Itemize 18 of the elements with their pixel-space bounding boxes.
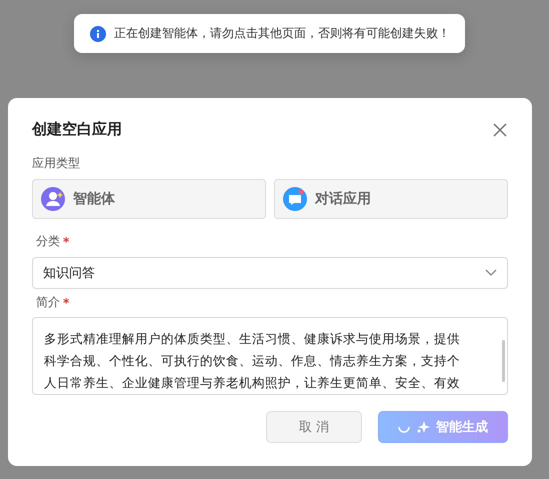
field-label: 应用类型 (32, 155, 81, 172)
chevron-down-icon (485, 269, 497, 277)
field-label: 简介 (36, 294, 60, 311)
scrollbar[interactable] (502, 340, 505, 382)
toast-message: 正在创建智能体，请勿点击其他页面，否则将有可能创建失败！ (114, 25, 450, 42)
dialog-title: 创建空白应用 (32, 120, 122, 139)
field-label: 分类 (36, 233, 60, 250)
category-select[interactable]: 知识问答 (32, 257, 508, 289)
chat-bubble-icon (283, 187, 307, 211)
description-textarea[interactable]: 多形式精准理解用户的体质类型、生活习惯、健康诉求与使用场景，提供 科学合规、个性化、可执行的饮食、运动、作息、情志养生方案，支持个 人日常养生、企业健康管理与养老机构照护，让养生更简单、安全、有效 (32, 317, 508, 395)
required-mark: * (63, 234, 70, 248)
app-type-option[interactable]: 智能体 (32, 179, 266, 219)
cancel-button[interactable]: 取 消 (266, 411, 362, 443)
info-icon (90, 26, 106, 42)
required-mark: * (63, 296, 70, 310)
app-type-option[interactable]: 对话应用 (274, 179, 508, 219)
close-button[interactable] (492, 122, 508, 138)
sparkle-icon (416, 420, 430, 434)
